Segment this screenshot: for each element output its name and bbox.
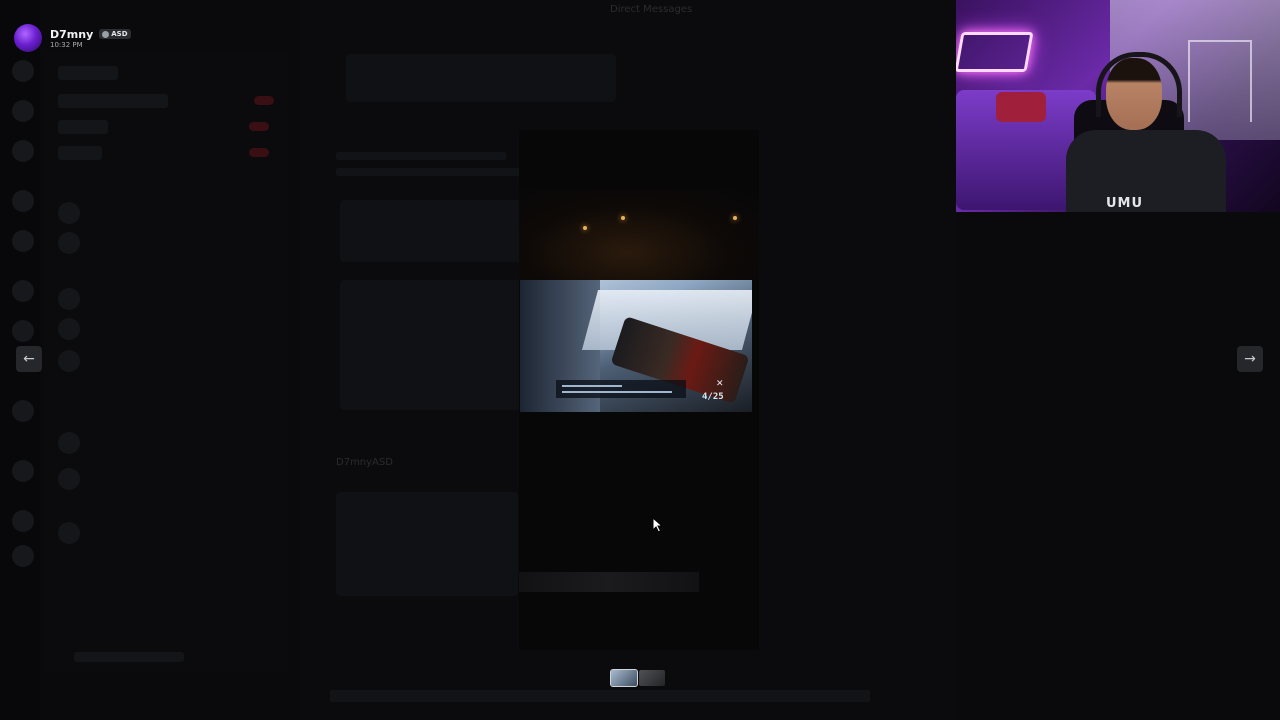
server-icon[interactable]	[12, 280, 34, 302]
server-icon[interactable]	[12, 400, 34, 422]
message-input[interactable]	[330, 690, 870, 702]
dm-nav-item[interactable]	[58, 94, 168, 108]
message-author-tag: ASD	[372, 457, 393, 468]
poster-name-line: D7mny ASD	[50, 28, 131, 41]
dm-nav-item[interactable]	[58, 146, 102, 160]
image-attachment	[336, 492, 518, 596]
message-author: D7mny	[336, 457, 373, 468]
hud-ammo: 4/25	[702, 392, 724, 402]
hud-line	[562, 391, 672, 393]
cam-pillow	[996, 92, 1046, 122]
arrow-left-icon: ←	[23, 351, 35, 367]
streamer-shirt	[1066, 130, 1226, 212]
avatar[interactable]	[14, 24, 42, 52]
arrow-right-icon: →	[1244, 351, 1256, 367]
server-icon[interactable]	[12, 140, 34, 162]
video-frame-bottom	[519, 572, 699, 592]
game-hud	[556, 380, 686, 398]
scene-light	[733, 216, 737, 220]
avatar	[58, 522, 80, 544]
avatar	[58, 318, 80, 340]
media-poster-header: D7mny ASD 10:32 PM	[14, 24, 131, 52]
server-icon[interactable]	[12, 230, 34, 252]
dm-list	[44, 52, 288, 672]
poster-name[interactable]: D7mny	[50, 28, 93, 41]
neon-light	[956, 32, 1034, 72]
media-image[interactable]: ✕ 4/25	[520, 280, 752, 412]
video-frame-top	[519, 190, 759, 280]
server-icon[interactable]	[12, 545, 34, 567]
avatar	[58, 432, 80, 454]
notification-badge	[249, 122, 269, 131]
media-thumbnail-strip	[610, 669, 665, 687]
next-media-button[interactable]: →	[1237, 346, 1263, 372]
server-icon[interactable]	[12, 100, 34, 122]
avatar	[58, 350, 80, 372]
dm-nav-item[interactable]	[58, 66, 118, 80]
guild-tag: ASD	[99, 29, 131, 39]
server-icon[interactable]	[12, 510, 34, 532]
message-line	[336, 152, 506, 160]
top-bar-title: Direct Messages	[610, 4, 693, 15]
cam-clothes-rack	[1188, 40, 1252, 122]
hud-line	[562, 385, 622, 387]
avatar	[58, 288, 80, 310]
scene-light	[621, 216, 625, 220]
poster-timestamp: 10:32 PM	[50, 40, 83, 49]
server-icon[interactable]	[12, 320, 34, 342]
dm-nav-item[interactable]	[58, 120, 108, 134]
server-icon[interactable]	[12, 190, 34, 212]
media-thumbnail-selected[interactable]	[610, 669, 638, 687]
streamer-webcam: UMU	[956, 0, 1280, 212]
notification-badge	[249, 148, 269, 157]
notification-badge	[254, 96, 274, 105]
message-line	[336, 168, 546, 176]
avatar	[58, 232, 80, 254]
scene-light	[583, 226, 587, 230]
voice-status	[74, 652, 184, 662]
guild-tag-label: ASD	[111, 30, 128, 38]
server-icon[interactable]	[12, 60, 34, 82]
streamer-face	[1106, 58, 1162, 130]
avatar	[58, 468, 80, 490]
previous-media-button[interactable]: ←	[16, 346, 42, 372]
poster-meta: D7mny ASD 10:32 PM	[50, 28, 131, 49]
server-icon[interactable]	[12, 460, 34, 482]
media-thumbnail[interactable]	[639, 670, 665, 686]
shirt-print: UMU	[1106, 196, 1144, 211]
skull-icon	[102, 30, 110, 38]
image-attachment	[346, 54, 616, 102]
avatar	[58, 202, 80, 224]
hud-marker: ✕	[716, 379, 724, 389]
